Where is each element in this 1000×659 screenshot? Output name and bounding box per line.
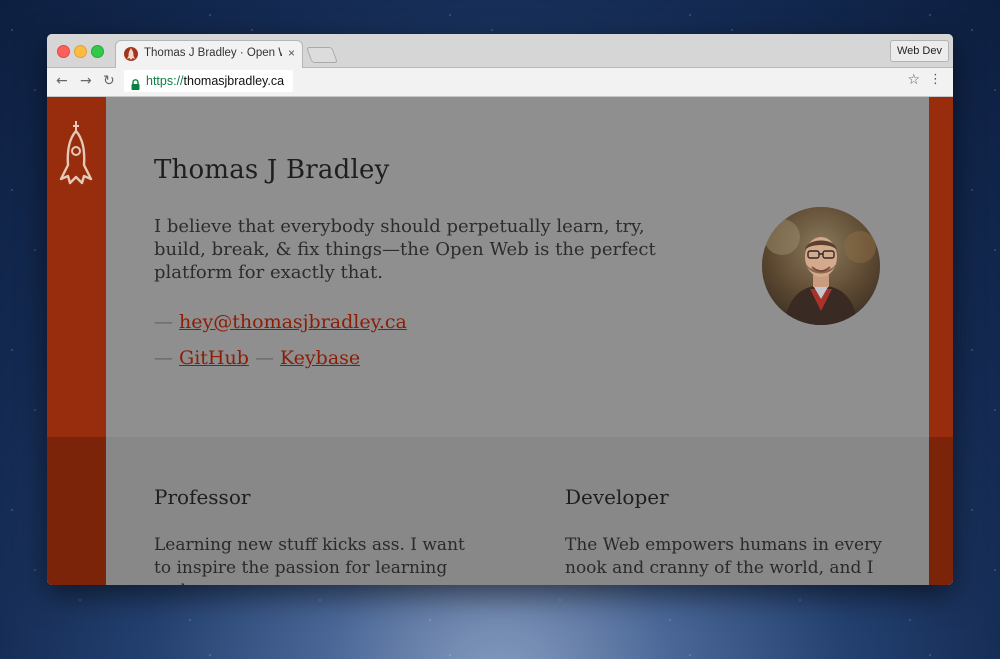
developer-text: The Web empowers humans in every nook an…	[565, 535, 882, 578]
rocket-logo-icon[interactable]	[58, 121, 94, 189]
address-url: https://thomasjbradley.ca	[146, 74, 284, 88]
right-accent-rail-lower	[929, 437, 953, 585]
email-link[interactable]: hey@thomasjbradley.ca	[179, 311, 407, 333]
profile-button[interactable]: Web Dev	[889, 40, 949, 62]
browser-tab[interactable]: Thomas J Bradley · Open Web ×	[115, 40, 303, 69]
url-scheme: https://	[146, 74, 184, 88]
developer-heading: Developer	[565, 485, 669, 509]
dash-separator: —	[154, 311, 173, 333]
tab-title: Thomas J Bradley · Open Web	[144, 47, 282, 59]
new-tab-button[interactable]	[306, 47, 338, 63]
page-viewport: Thomas J Bradley I believe that everybod…	[47, 97, 953, 585]
lock-icon	[131, 75, 140, 94]
bookmark-star-icon[interactable]: ☆	[907, 72, 920, 88]
back-arrow-icon[interactable]: ←	[56, 73, 68, 89]
address-bar[interactable]: https://thomasjbradley.ca	[124, 70, 293, 92]
page-title: Thomas J Bradley	[154, 155, 390, 185]
kebab-menu-icon[interactable]: ⋮	[929, 72, 942, 87]
keybase-link[interactable]: Keybase	[280, 347, 360, 369]
title-bar: Thomas J Bradley · Open Web × Web Dev	[47, 34, 953, 69]
left-accent-rail-lower	[47, 437, 106, 585]
professor-heading: Professor	[154, 485, 251, 509]
browser-toolbar: ← → ↻ https://thomasjbradley.ca ☆ ⋮	[47, 68, 953, 97]
github-link[interactable]: GitHub	[179, 347, 249, 369]
close-window-button[interactable]	[57, 45, 70, 58]
rocket-favicon-icon	[124, 47, 138, 61]
email-line: — hey@thomasjbradley.ca	[154, 311, 407, 333]
professor-text: Learning new stuff kicks ass. I want to …	[154, 535, 465, 585]
right-accent-rail	[929, 97, 953, 437]
url-host: thomasjbradley.ca	[183, 74, 285, 88]
dash-separator: —	[154, 347, 173, 369]
zoom-window-button[interactable]	[91, 45, 104, 58]
profile-links-line: — GitHub — Keybase	[154, 347, 360, 369]
dash-separator: —	[254, 347, 274, 369]
browser-window: Thomas J Bradley · Open Web × Web Dev ← …	[47, 34, 953, 585]
avatar-photo	[762, 207, 880, 325]
tab-close-icon[interactable]: ×	[288, 46, 295, 60]
reload-icon[interactable]: ↻	[103, 73, 115, 89]
intro-paragraph: I believe that everybody should perpetua…	[154, 216, 656, 283]
forward-arrow-icon[interactable]: →	[80, 73, 92, 89]
minimize-window-button[interactable]	[74, 45, 87, 58]
